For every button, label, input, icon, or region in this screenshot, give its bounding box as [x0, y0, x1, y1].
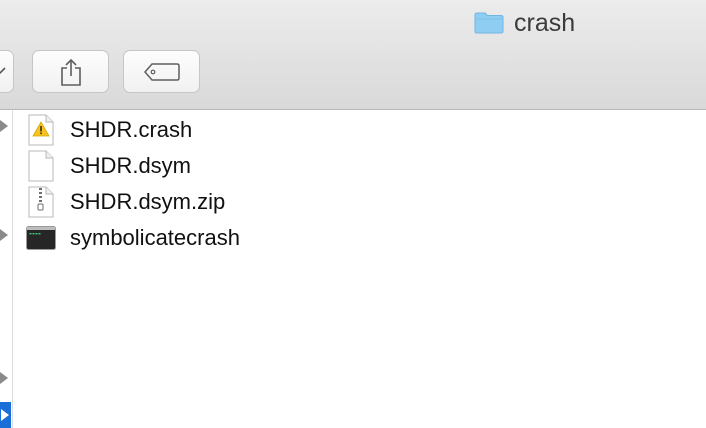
finder-window: crash SHDR.crash SHDR.dsym SHDR.dsym.zip…: [0, 0, 706, 428]
tag-icon: [143, 62, 180, 81]
file-name: SHDR.dsym: [70, 153, 192, 178]
file-name: symbolicatecrash: [70, 225, 240, 250]
disclosure-triangle-icon[interactable]: [0, 229, 8, 241]
blank-document-icon: [26, 149, 56, 183]
selected-sidebar-item[interactable]: [0, 402, 11, 428]
zip-archive-icon: [26, 185, 56, 219]
window-title-text: crash: [514, 8, 576, 37]
file-row[interactable]: SHDR.dsym: [26, 148, 686, 184]
terminal-executable-icon: [26, 221, 56, 255]
file-row[interactable]: symbolicatecrash: [26, 220, 686, 256]
file-name: SHDR.crash: [70, 117, 193, 142]
disclosure-triangle-icon[interactable]: [0, 120, 8, 132]
folder-icon: [474, 12, 504, 34]
warning-document-icon: [26, 113, 56, 147]
window-title: crash: [474, 8, 575, 38]
tags-button[interactable]: [123, 50, 200, 93]
chevron-down-icon: [0, 67, 6, 75]
sidebar: [0, 110, 13, 428]
disclosure-triangle-icon[interactable]: [0, 372, 8, 384]
action-dropdown-button[interactable]: [0, 50, 14, 93]
toolbar: crash: [0, 0, 706, 110]
file-row[interactable]: SHDR.dsym.zip: [26, 184, 686, 220]
file-name: SHDR.dsym.zip: [70, 189, 226, 214]
file-row[interactable]: SHDR.crash: [26, 112, 686, 148]
share-button[interactable]: [32, 50, 109, 93]
share-icon: [60, 58, 81, 86]
disclosure-triangle-icon: [1, 409, 9, 421]
file-list: SHDR.crash SHDR.dsym SHDR.dsym.zip symbo…: [26, 112, 686, 256]
